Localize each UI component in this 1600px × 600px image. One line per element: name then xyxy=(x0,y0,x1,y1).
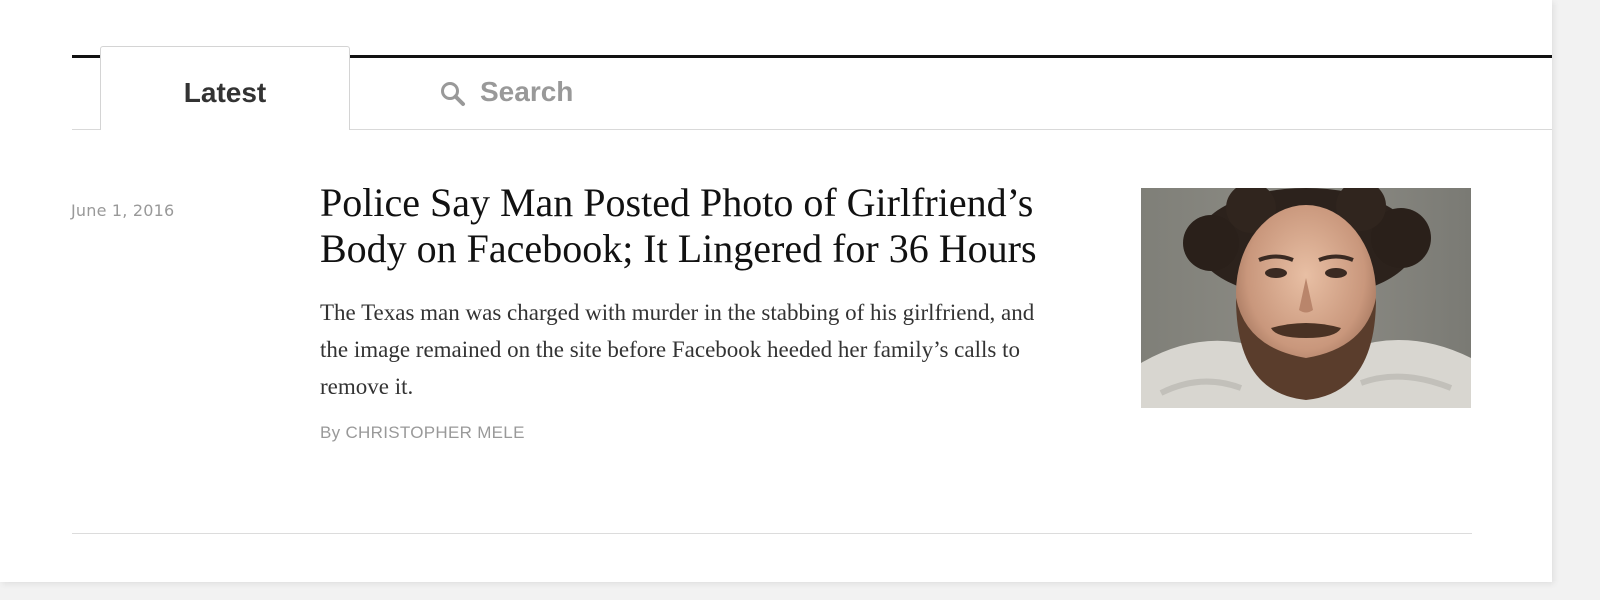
article-summary: The Texas man was charged with murder in… xyxy=(320,300,1035,399)
tab-latest-label: Latest xyxy=(183,76,267,108)
page-card: Latest Search June 1, 2016 Police Say Ma… xyxy=(0,0,1552,582)
tab-search[interactable]: Search xyxy=(438,70,573,114)
search-icon xyxy=(438,79,468,109)
article-byline: By CHRISTOPHER MELE xyxy=(320,423,525,442)
article-block: Police Say Man Posted Photo of Girlfrien… xyxy=(320,180,1060,443)
article-headline[interactable]: Police Say Man Posted Photo of Girlfrien… xyxy=(320,180,1060,272)
article-thumbnail[interactable] xyxy=(1141,188,1471,408)
tab-latest[interactable]: Latest xyxy=(100,46,350,130)
article-divider xyxy=(72,533,1472,534)
tab-search-label: Search xyxy=(480,76,574,107)
article-date: June 1, 2016 xyxy=(71,201,175,220)
mugshot-photo-icon xyxy=(1141,188,1471,408)
